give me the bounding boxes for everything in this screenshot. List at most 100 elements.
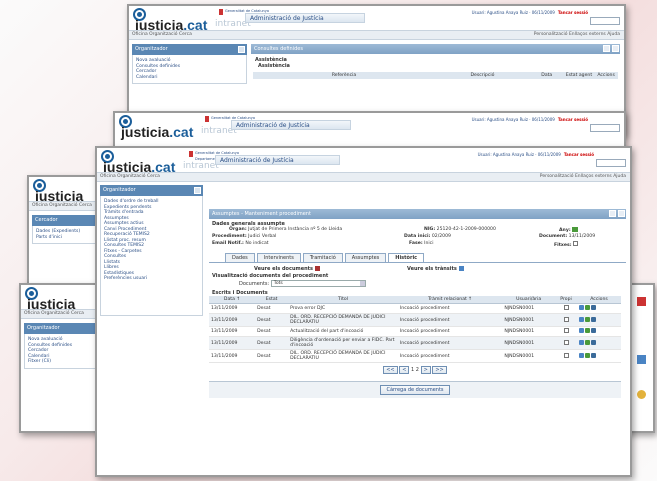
- view-icon[interactable]: [579, 305, 585, 310]
- col-actions[interactable]: Accions: [596, 73, 616, 78]
- logout-link[interactable]: Tancar sessió: [564, 152, 594, 157]
- col-description[interactable]: Descripció: [433, 73, 532, 78]
- app-title: Administració de Justícia: [245, 13, 365, 23]
- calendar-icon[interactable]: [572, 227, 579, 232]
- last-page-button[interactable]: >>: [432, 366, 447, 374]
- next-page-button[interactable]: >: [420, 366, 431, 374]
- documents-table: Data ↑ Estat Títol Tràmit relacionat ↑ U…: [209, 296, 621, 363]
- sidebar-list: Nova avaluació Consultes definides Cerca…: [132, 55, 247, 84]
- col-date[interactable]: Data: [532, 73, 562, 78]
- table-row[interactable]: 13/11/2009 Desat DIL. ORD. RECEPCIÓ DEMA…: [209, 313, 621, 327]
- view-icon[interactable]: [579, 339, 585, 345]
- row-own: [555, 349, 578, 363]
- delete-icon[interactable]: [591, 305, 597, 310]
- print-icon[interactable]: [609, 210, 616, 217]
- row-procedure: Incoació procediment: [397, 326, 503, 337]
- own-checkbox[interactable]: [563, 316, 569, 322]
- collapse-icon[interactable]: [238, 46, 245, 53]
- menu-left[interactable]: Oficina Organització Cerca: [132, 32, 192, 37]
- col-reference[interactable]: Referència: [255, 73, 433, 78]
- sidebar: Organitzador Dades d'ordre de treball Ex…: [100, 185, 203, 316]
- col-title[interactable]: Títol: [288, 296, 398, 304]
- user-info: Usuari: Agustina Anaya Ruiz · 06/11/2009…: [471, 10, 588, 15]
- row-title: Prova error DJC: [288, 303, 398, 314]
- col-procedure[interactable]: Tràmit relacionat ↑: [397, 296, 503, 304]
- edit-icon[interactable]: [585, 316, 591, 322]
- own-checkbox[interactable]: [563, 339, 569, 345]
- col-agent-state[interactable]: Estat agent: [562, 73, 597, 78]
- menu-right[interactable]: Personalització Enllaços externs Ajuda: [534, 31, 620, 39]
- table-row[interactable]: 13/11/2009 Desat DIL. ORD. RECEPCIÓ DEMA…: [209, 349, 621, 363]
- blue-icon: [637, 355, 646, 364]
- edit-icon[interactable]: [585, 328, 591, 333]
- edit-icon[interactable]: [585, 339, 591, 345]
- view-icon[interactable]: [579, 352, 585, 358]
- panel-title-bar: Consultes definides: [251, 44, 620, 54]
- main-panel: Assumptes - Manteniment procediment Dade…: [209, 209, 626, 398]
- delete-icon[interactable]: [591, 339, 597, 345]
- logout-link[interactable]: Tancar sessió: [558, 10, 588, 15]
- app-title: Administració de Justícia: [215, 155, 340, 165]
- sidebar-list: Dades d'ordre de treball Expedients pend…: [100, 196, 203, 316]
- sidebar: Organitzador Nova avaluació Consultes de…: [132, 44, 247, 84]
- edit-icon[interactable]: [585, 352, 591, 358]
- header: justicia.cat intranet Generalitat de Cat…: [97, 148, 630, 175]
- docs-filter: Documents: Tots: [209, 280, 626, 287]
- procedure-row: Procediment: Judici Verbal: [212, 234, 277, 239]
- table-row[interactable]: 13/11/2009 Desat Diligència d'ordenació …: [209, 336, 621, 350]
- menu-left[interactable]: Oficina Organització Cerca: [100, 174, 160, 179]
- prev-page-button[interactable]: <: [399, 366, 410, 374]
- close-icon[interactable]: [618, 210, 625, 217]
- view-icon[interactable]: [579, 316, 585, 322]
- brand-logo[interactable]: justicia.cat: [121, 124, 193, 140]
- own-checkbox[interactable]: [563, 305, 569, 310]
- docs-filter-select[interactable]: Tots: [270, 280, 366, 287]
- own-checkbox[interactable]: [563, 328, 569, 333]
- col-user[interactable]: Usuari/ària: [502, 296, 556, 304]
- sidebar-item[interactable]: Calendari: [136, 75, 243, 81]
- first-page-button[interactable]: <<: [383, 366, 398, 374]
- header-search-box[interactable]: [596, 159, 626, 167]
- phase-row: Fase: Inici: [409, 241, 434, 246]
- header: justicia.cat intranet Generalitat de Cat…: [115, 113, 624, 140]
- menu-bar: Oficina Organització Cerca Personalitzaci…: [129, 30, 624, 40]
- print-icon[interactable]: [603, 45, 610, 52]
- view-icon[interactable]: [579, 328, 585, 333]
- load-documents-button[interactable]: Càrrega de documents: [380, 385, 450, 395]
- red-icon: [637, 297, 646, 306]
- header-search-box[interactable]: [590, 124, 620, 132]
- table-row[interactable]: 13/11/2009 Desat Actualització del part …: [209, 326, 621, 337]
- see-transits-link[interactable]: Veure els trànsits: [407, 266, 464, 272]
- edit-icon[interactable]: [585, 305, 591, 310]
- delete-icon[interactable]: [591, 352, 597, 358]
- assistance-section: Assistència Assistència: [251, 54, 620, 72]
- own-checkbox[interactable]: [563, 352, 569, 358]
- close-icon[interactable]: [612, 45, 619, 52]
- menu-bar: Oficina Organització Cerca Personalitzaci…: [97, 172, 630, 182]
- main-panel: Consultes definides Assistència Assistèn…: [251, 44, 620, 79]
- window-main: justicia.cat intranet Generalitat de Cat…: [95, 146, 632, 477]
- files-row: Fitxes:: [554, 241, 579, 250]
- general-data: Dades generals assumpte Òrgan: Jutjat de…: [209, 219, 626, 265]
- delete-icon[interactable]: [591, 316, 597, 322]
- menu-left[interactable]: Oficina Organització Cerca: [24, 311, 84, 316]
- files-checkbox[interactable]: [573, 241, 579, 246]
- collapse-icon[interactable]: [194, 187, 201, 194]
- delete-icon[interactable]: [591, 328, 597, 333]
- sidebar-item[interactable]: Preferències usuari: [104, 276, 199, 282]
- menu-left[interactable]: Oficina Organització Cerca: [32, 203, 92, 208]
- table-row[interactable]: 13/11/2009 Desat Prova error DJC Incoaci…: [209, 303, 621, 314]
- see-docs-link[interactable]: Veure els documents: [254, 266, 320, 272]
- col-date[interactable]: Data ↑: [209, 296, 256, 304]
- header: justicia.cat intranet Generalitat de Cat…: [129, 6, 624, 33]
- written-title: Escrits i Documents: [212, 290, 268, 296]
- col-actions[interactable]: Accions: [577, 296, 621, 304]
- document-row: Document: 13/11/2009: [539, 234, 596, 239]
- header-search-box[interactable]: [590, 17, 620, 25]
- row-title: DIL. ORD. RECEPCIÓ DEMANDA DE JUDICI DEC…: [288, 313, 398, 327]
- col-own[interactable]: Propi: [555, 296, 578, 304]
- page-numbers[interactable]: 1 2: [411, 367, 419, 373]
- menu-right[interactable]: Personalització Enllaços externs Ajuda: [540, 173, 626, 181]
- logout-link[interactable]: Tancar sessió: [558, 117, 588, 122]
- col-status[interactable]: Estat: [255, 296, 289, 304]
